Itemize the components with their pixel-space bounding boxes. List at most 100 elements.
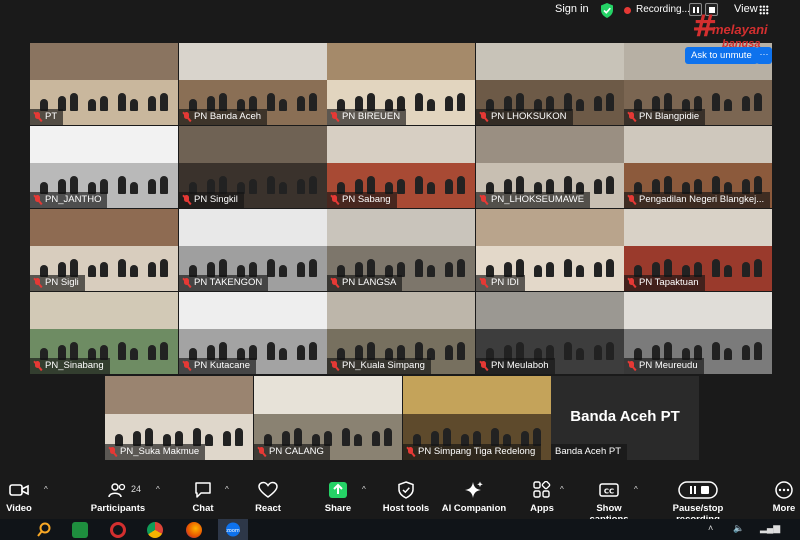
participant-name: PN Singkil <box>194 194 238 205</box>
react-label: React <box>255 503 281 514</box>
sign-in-link[interactable]: Sign in <box>555 3 589 15</box>
host-tools-button[interactable]: Host tools <box>380 473 432 519</box>
participant-name: PN LHOKSUKON <box>491 111 567 122</box>
chat-button[interactable]: Chat <box>188 473 218 519</box>
more-button[interactable]: More <box>770 473 798 519</box>
video-tile[interactable]: PN Tapaktuan <box>624 209 772 291</box>
participant-name-label: Banda Aceh PT <box>551 444 628 460</box>
captions-options-caret-icon[interactable]: ^ <box>634 485 638 494</box>
video-tile[interactable]: PN LHOKSUKON <box>476 43 624 125</box>
participant-name-label: Pengadilan Negeri Blangkej... <box>624 192 771 208</box>
participant-name: PN TAKENGON <box>194 277 263 288</box>
participant-name: PN Sabang <box>342 194 391 205</box>
mic-muted-icon <box>34 195 41 205</box>
attendees-silhouettes <box>30 249 178 277</box>
attendees-silhouettes <box>179 83 327 111</box>
react-button[interactable]: React <box>252 473 284 519</box>
show-captions-button[interactable]: CC Show captions <box>576 473 642 525</box>
mic-muted-icon <box>34 112 41 122</box>
participant-name-label: PN IDI <box>476 275 525 291</box>
video-tile[interactable]: PN Meulaboh <box>476 292 624 374</box>
mic-muted-icon <box>480 112 487 122</box>
chat-options-caret-icon[interactable]: ^ <box>225 485 229 494</box>
video-tile[interactable]: PN Kutacane <box>179 292 327 374</box>
video-tile[interactable]: PN_JANTHO <box>30 126 178 208</box>
video-tile[interactable]: PN LANGSA <box>327 209 475 291</box>
share-screen-icon <box>329 482 347 498</box>
video-tile[interactable]: PN Singkil <box>179 126 327 208</box>
mic-muted-icon <box>628 361 635 371</box>
video-tile[interactable]: PN_Sinabang <box>30 292 178 374</box>
attendees-silhouettes <box>30 166 178 194</box>
video-tile[interactable]: PN BIREUEN <box>327 43 475 125</box>
video-tile[interactable]: Pengadilan Negeri Blangkej... <box>624 126 772 208</box>
video-camera-icon <box>9 484 29 496</box>
video-tile[interactable]: PN CALANG <box>254 376 402 460</box>
security-shield-icon[interactable] <box>600 3 614 18</box>
mic-muted-icon <box>183 112 190 122</box>
pause-stop-recording-button[interactable]: Pause/stop recording <box>650 473 746 525</box>
participant-name-label: PN_LHOKSEUMAWE <box>476 192 591 208</box>
video-tile[interactable]: PN Sabang <box>327 126 475 208</box>
apps-options-caret-icon[interactable]: ^ <box>560 485 564 494</box>
sheets-app-icon[interactable] <box>72 522 88 538</box>
participant-name: PT <box>45 111 58 122</box>
svg-text:CC: CC <box>604 488 614 496</box>
share-options-caret-icon[interactable]: ^ <box>362 485 366 494</box>
volume-icon[interactable]: 🔈 <box>733 523 744 534</box>
video-tile[interactable]: PN_Suka Makmue <box>105 376 253 460</box>
participant-name-label: PN LANGSA <box>327 275 403 291</box>
participant-name: PN Simpang Tiga Redelong <box>418 446 536 457</box>
participants-icon <box>108 483 126 498</box>
sparkle-icon <box>465 481 483 498</box>
mic-muted-icon <box>331 278 338 288</box>
mic-muted-icon <box>34 361 41 371</box>
video-tile[interactable]: PN_LHOKSEUMAWE <box>476 126 624 208</box>
participant-name: PN_Kuala Simpang <box>342 360 425 371</box>
search-icon[interactable] <box>36 522 52 538</box>
video-options-caret-icon[interactable]: ^ <box>44 485 48 494</box>
zoom-app-icon[interactable]: zoom <box>218 519 248 540</box>
video-tile[interactable]: PT <box>30 43 178 125</box>
tile-more-options-button[interactable]: ··· <box>756 47 772 64</box>
participants-button[interactable]: Participants <box>90 473 146 519</box>
chat-icon <box>195 482 211 498</box>
video-tile[interactable]: PN Banda Aceh <box>179 43 327 125</box>
video-button[interactable]: Video <box>2 473 36 519</box>
participant-name: PN IDI <box>491 277 519 288</box>
video-tile[interactable]: PN IDI <box>476 209 624 291</box>
mic-muted-icon <box>628 195 635 205</box>
apps-label: Apps <box>530 503 554 514</box>
apps-button[interactable]: Apps <box>528 473 556 519</box>
apps-icon <box>533 481 551 498</box>
participant-name: PN_Sinabang <box>45 360 104 371</box>
opera-browser-icon[interactable] <box>110 522 126 538</box>
video-tile[interactable]: Banda Aceh PT Banda Aceh PT <box>551 376 699 460</box>
share-button[interactable]: Share <box>322 473 354 519</box>
participant-name-label: PN Sigli <box>30 275 85 291</box>
attendees-silhouettes <box>624 332 772 360</box>
attendees-silhouettes <box>179 332 327 360</box>
attendees-silhouettes <box>327 166 475 194</box>
mic-muted-icon <box>628 112 635 122</box>
ask-to-unmute-button[interactable]: Ask to unmute <box>685 47 758 64</box>
video-tile[interactable]: PN Meureudu <box>624 292 772 374</box>
video-tile[interactable]: PN TAKENGON <box>179 209 327 291</box>
tray-chevron-icon[interactable]: ˄ <box>708 523 713 533</box>
participant-name-label: PT <box>30 109 64 125</box>
mic-muted-icon <box>480 361 487 371</box>
ai-companion-button[interactable]: AI Companion <box>440 473 508 519</box>
participants-options-caret-icon[interactable]: ^ <box>156 485 160 494</box>
video-tile[interactable]: PN Sigli <box>30 209 178 291</box>
mic-muted-icon <box>407 447 414 457</box>
video-tile[interactable]: PN_Kuala Simpang <box>327 292 475 374</box>
participant-name: PN Banda Aceh <box>194 111 262 122</box>
chrome-browser-icon[interactable] <box>147 522 163 538</box>
network-icon[interactable]: ▂▄▆ <box>760 523 780 534</box>
video-tile[interactable]: PN Simpang Tiga Redelong <box>403 376 551 460</box>
heart-icon <box>258 481 278 498</box>
attendees-silhouettes <box>403 418 551 446</box>
mic-muted-icon <box>331 112 338 122</box>
firefox-browser-icon[interactable] <box>186 522 202 538</box>
mic-muted-icon <box>183 361 190 371</box>
